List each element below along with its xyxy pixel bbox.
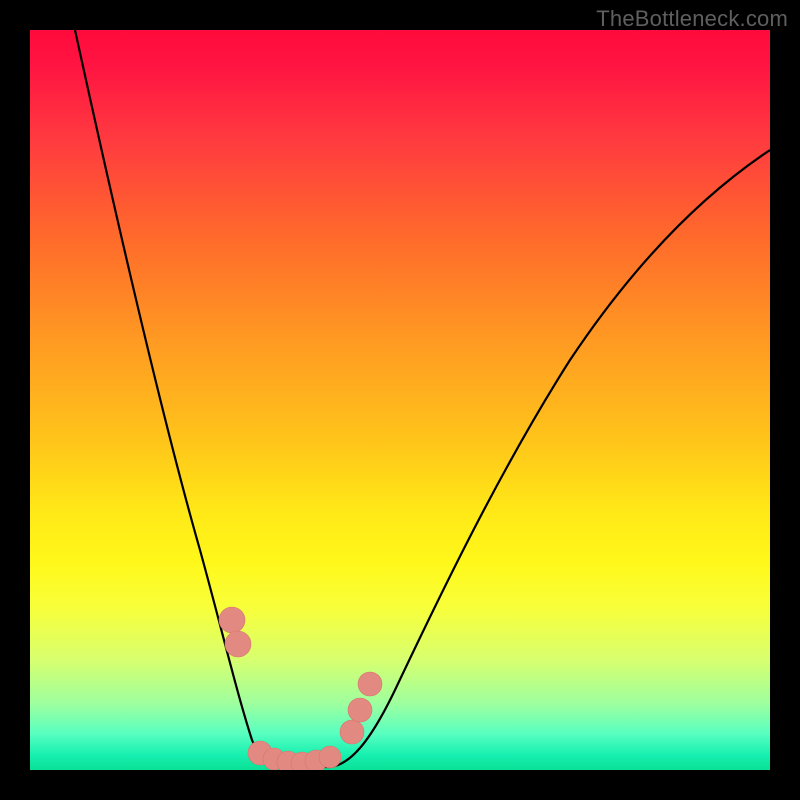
chart-gradient-background	[30, 30, 770, 770]
bottleneck-curve-right	[330, 150, 770, 767]
chart-svg	[30, 30, 770, 770]
watermark-text: TheBottleneck.com	[596, 6, 788, 32]
marker-dot	[358, 672, 382, 696]
marker-dot	[263, 748, 285, 770]
marker-dot	[219, 607, 245, 633]
marker-dot	[248, 741, 272, 765]
bottleneck-curve-left	[75, 30, 285, 767]
marker-group	[219, 607, 382, 770]
marker-dot	[348, 698, 372, 722]
marker-dot	[319, 746, 341, 768]
marker-dot	[225, 631, 251, 657]
marker-dot	[291, 752, 313, 770]
marker-dot	[340, 720, 364, 744]
marker-dot	[277, 751, 299, 770]
marker-dot	[305, 750, 327, 770]
